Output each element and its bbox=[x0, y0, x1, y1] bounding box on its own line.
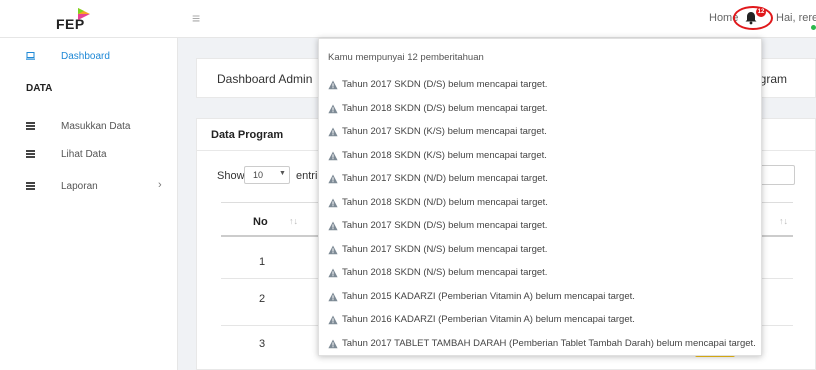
table-row: 3 bbox=[259, 338, 266, 350]
page-title: Dashboard Admin bbox=[217, 72, 313, 86]
notification-text: Tahun 2018 SKDN (K/S) belum mencapai tar… bbox=[342, 149, 547, 161]
warning-icon bbox=[328, 104, 338, 113]
sort-icon[interactable]: ↑↓ bbox=[289, 216, 298, 226]
notification-text: Tahun 2017 SKDN (N/S) belum mencapai tar… bbox=[342, 243, 548, 255]
table-icon bbox=[26, 182, 35, 190]
sidebar-item-lihat-data[interactable]: Lihat Data bbox=[0, 145, 178, 165]
sidebar-section-data: DATA bbox=[26, 83, 53, 94]
notification-text: Tahun 2018 SKDN (D/S) belum mencapai tar… bbox=[342, 102, 548, 114]
sidebar-item-label: Lihat Data bbox=[61, 149, 107, 160]
notification-text: Tahun 2017 SKDN (K/S) belum mencapai tar… bbox=[342, 126, 547, 137]
sidebar-item-masukkan-data[interactable]: Masukkan Data bbox=[0, 117, 178, 137]
online-status-dot bbox=[811, 25, 816, 30]
user-menu[interactable]: Hai, rere bbox=[776, 12, 816, 24]
entries-label: entri bbox=[296, 170, 318, 182]
sidebar: Dashboard DATA Masukkan Data Lihat Data … bbox=[0, 38, 178, 370]
notification-text: Tahun 2017 TABLET TAMBAH DARAH (Pemberia… bbox=[342, 337, 756, 349]
warning-icon bbox=[328, 80, 338, 90]
table-icon bbox=[26, 150, 35, 158]
table-icon bbox=[26, 122, 35, 130]
warning-icon bbox=[328, 221, 338, 231]
table-row: 2 bbox=[259, 293, 266, 305]
notification-header: Kamu mempunyai 12 pemberitahuan bbox=[328, 52, 484, 63]
sort-icon[interactable]: ↑↓ bbox=[779, 216, 788, 226]
page-size-select[interactable]: 10 ▼ bbox=[244, 166, 290, 184]
warning-icon bbox=[328, 174, 338, 184]
page-size-value: 10 bbox=[253, 170, 264, 180]
warning-icon bbox=[328, 151, 338, 160]
sidebar-item-laporan[interactable]: Laporan › bbox=[0, 177, 178, 197]
chevron-right-icon: › bbox=[158, 179, 162, 191]
hamburger-icon[interactable]: ≡ bbox=[192, 10, 200, 26]
caret-down-icon: ▼ bbox=[279, 170, 286, 177]
notification-text: Tahun 2017 SKDN (N/D) belum mencapai tar… bbox=[342, 173, 548, 184]
top-navbar: FEP ≡ Home 12 Hai, rere bbox=[0, 0, 816, 38]
laptop-icon bbox=[26, 52, 35, 60]
notification-text: Tahun 2017 SKDN (D/S) belum mencapai tar… bbox=[342, 220, 548, 231]
warning-icon bbox=[328, 292, 338, 301]
notification-text: Tahun 2016 KADARZI (Pemberian Vitamin A)… bbox=[342, 314, 635, 325]
warning-icon bbox=[328, 315, 338, 325]
fep-logo[interactable]: FEP bbox=[56, 6, 96, 34]
sidebar-item-label: Dashboard bbox=[61, 51, 110, 62]
table-row: 1 bbox=[259, 256, 266, 268]
show-label: Show bbox=[217, 170, 245, 182]
sidebar-item-label: Masukkan Data bbox=[61, 121, 131, 132]
sidebar-item-label: Laporan bbox=[61, 181, 98, 192]
column-header-no[interactable]: No bbox=[253, 216, 268, 228]
warning-icon bbox=[328, 198, 338, 207]
notification-badge: 12 bbox=[756, 7, 766, 17]
warning-icon bbox=[328, 245, 338, 254]
logo-triangle-icon bbox=[78, 8, 90, 20]
sidebar-item-dashboard[interactable]: Dashboard bbox=[0, 47, 178, 67]
notification-text: Tahun 2018 SKDN (N/S) belum mencapai tar… bbox=[342, 267, 548, 278]
notification-dropdown: Kamu mempunyai 12 pemberitahuan Tahun 20… bbox=[318, 38, 762, 356]
notification-text: Tahun 2018 SKDN (N/D) belum mencapai tar… bbox=[342, 196, 548, 208]
notification-text: Tahun 2017 SKDN (D/S) belum mencapai tar… bbox=[342, 79, 548, 90]
card-title: Data Program bbox=[211, 129, 284, 141]
notification-bell-button[interactable]: 12 bbox=[733, 6, 773, 30]
notification-text: Tahun 2015 KADARZI (Pemberian Vitamin A)… bbox=[342, 290, 635, 302]
warning-icon bbox=[328, 268, 338, 278]
warning-icon bbox=[328, 339, 338, 348]
warning-icon bbox=[328, 127, 338, 137]
